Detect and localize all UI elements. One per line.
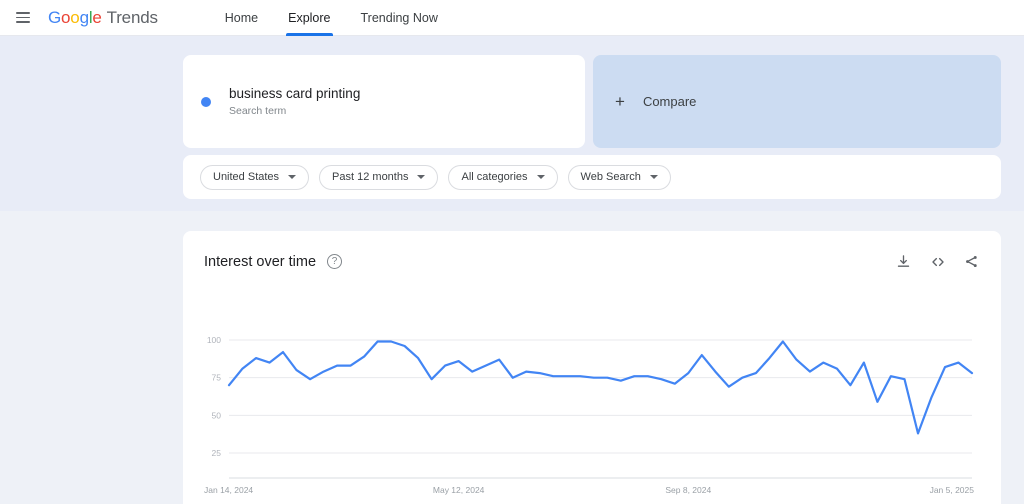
chart-series-line — [227, 340, 974, 435]
logo-letter-g1: G — [48, 7, 62, 27]
logo-letter-o2: o — [70, 7, 80, 27]
search-term-card[interactable]: business card printing Search term — [183, 55, 585, 148]
chart-header: Interest over time ? — [204, 253, 980, 270]
search-terms-row: business card printing Search term + Com… — [183, 55, 1001, 148]
plus-icon: + — [615, 92, 625, 111]
filter-search-type-label: Web Search — [580, 171, 641, 183]
chevron-down-icon — [417, 175, 426, 179]
nav-item-trending-now[interactable]: Trending Now — [346, 0, 453, 36]
chevron-down-icon — [536, 175, 545, 179]
y-axis-tick-label: 100 — [207, 335, 221, 345]
filter-region-label: United States — [213, 171, 280, 183]
search-term-label: business card printing — [229, 86, 361, 101]
chevron-down-icon — [288, 175, 297, 179]
y-axis-tick-label: 50 — [212, 410, 222, 420]
embed-icon[interactable] — [929, 253, 946, 270]
search-term-type-label: Search term — [229, 105, 287, 117]
nav-item-home[interactable]: Home — [210, 0, 273, 36]
nav-links: Home Explore Trending Now — [210, 0, 453, 36]
series-color-dot — [201, 96, 211, 107]
y-axis-tick-label: 25 — [212, 448, 222, 458]
share-icon[interactable] — [963, 253, 980, 270]
filter-time-range-label: Past 12 months — [332, 171, 409, 183]
chart-title: Interest over time — [204, 253, 317, 270]
product-name-label: Trends — [106, 7, 158, 27]
interest-over-time-chart[interactable]: 100 75 50 25 Jan 14, 2024 May 12, 2024 Sep 8, … — [183, 325, 1001, 504]
filter-category-dropdown[interactable]: All categories — [448, 164, 558, 190]
logo-letter-e: e — [92, 7, 102, 27]
filter-category-label: All categories — [461, 171, 528, 183]
compare-label: Compare — [642, 94, 697, 109]
logo-letter-o1: o — [61, 7, 71, 27]
chart-title-wrap: Interest over time ? — [204, 253, 343, 270]
compare-button[interactable]: + Compare — [593, 55, 1001, 148]
x-axis-tick-label: Jan 14, 2024 — [204, 485, 253, 495]
x-axis-tick-label: Jan 5, 2025 — [930, 485, 975, 495]
chart-actions — [895, 253, 980, 270]
nav-item-explore[interactable]: Explore — [273, 0, 345, 36]
filter-region-dropdown[interactable]: United States — [200, 164, 310, 190]
help-icon[interactable]: ? — [327, 254, 343, 269]
filter-search-type-dropdown[interactable]: Web Search — [567, 164, 671, 190]
filter-time-range-dropdown[interactable]: Past 12 months — [319, 164, 439, 190]
y-axis-tick-label: 75 — [212, 373, 222, 383]
filter-bar: United States Past 12 months All categor… — [183, 155, 1001, 199]
top-navigation-bar: Google Trends Home Explore Trending Now — [0, 0, 1024, 36]
google-wordmark: Google — [48, 8, 102, 28]
download-icon[interactable] — [895, 253, 912, 270]
chart-svg: 100 75 50 25 Jan 14, 2024 May 12, 2024 Sep 8, … — [204, 335, 975, 495]
google-trends-logo[interactable]: Google Trends — [48, 8, 158, 28]
trends-page: Google Trends Home Explore Trending Now … — [0, 0, 1024, 504]
logo-letter-g2: g — [79, 7, 89, 27]
x-axis-tick-label: May 12, 2024 — [433, 485, 485, 495]
search-term-texts: business card printing Search term — [229, 85, 360, 118]
x-axis-tick-label: Sep 8, 2024 — [665, 485, 711, 495]
hamburger-menu-icon[interactable] — [6, 0, 40, 36]
chevron-down-icon — [649, 175, 658, 179]
